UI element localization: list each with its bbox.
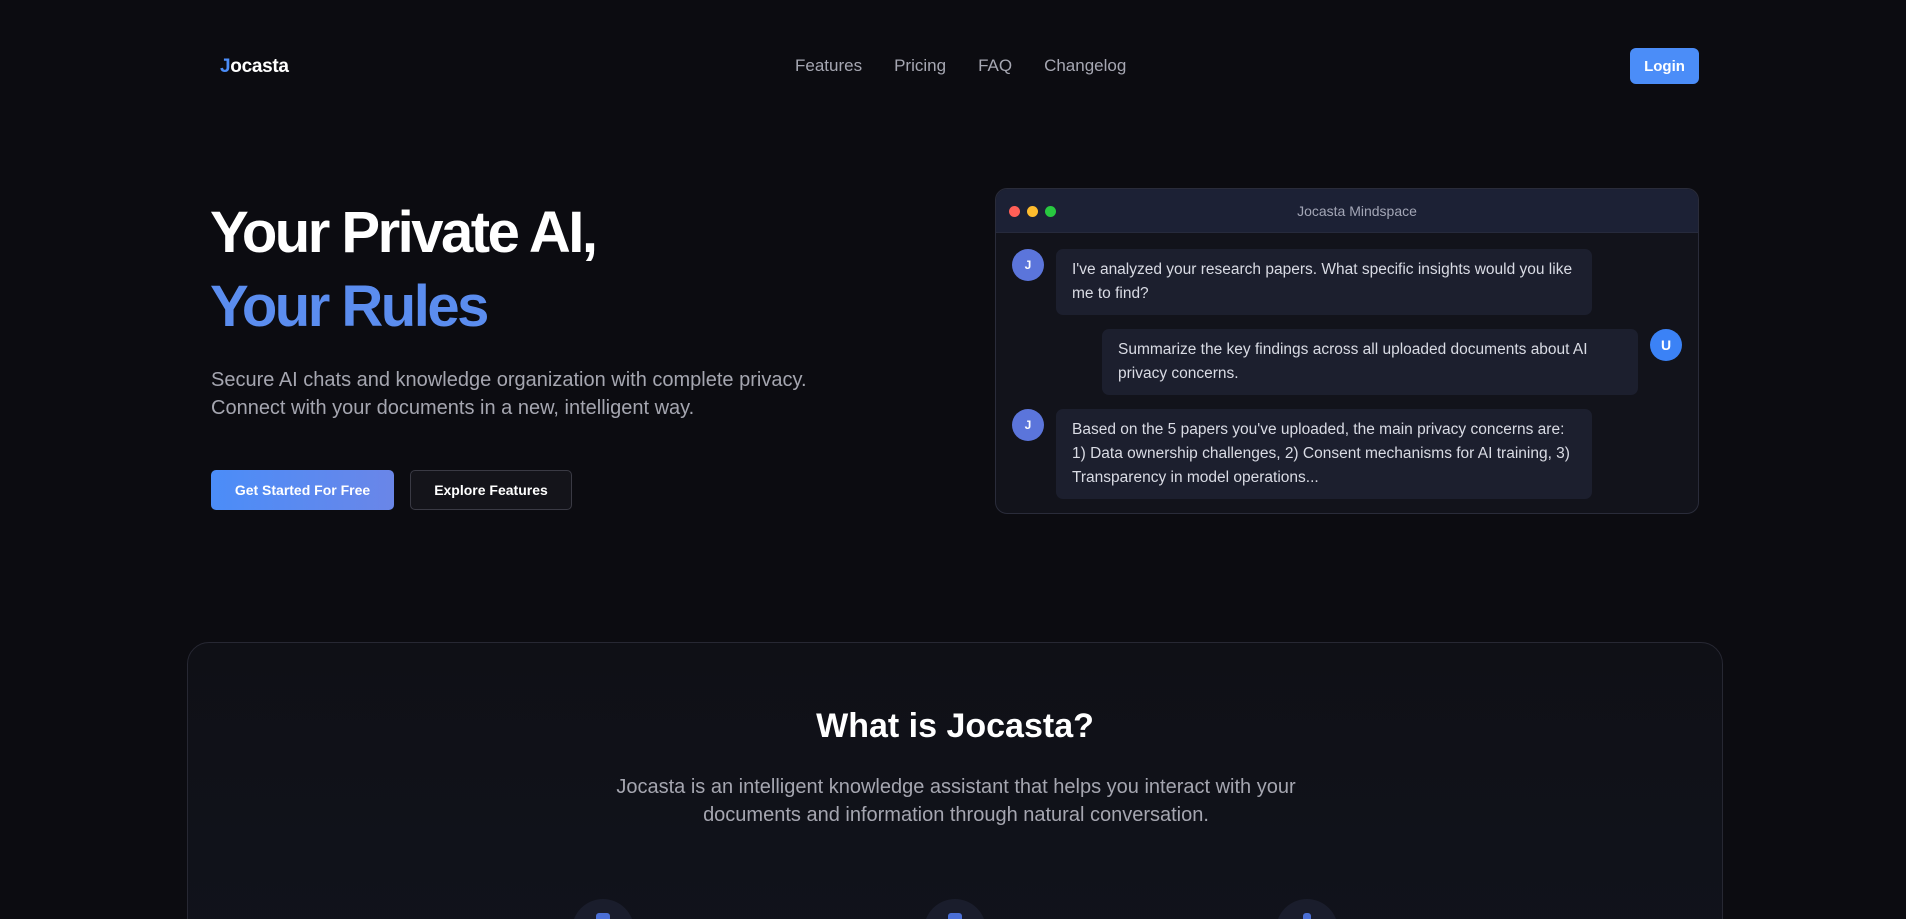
chat-message-ai: I've analyzed your research papers. What… <box>1056 249 1592 315</box>
ai-avatar: J <box>1012 249 1044 281</box>
document-icon <box>924 899 986 919</box>
section-description-line1: Jocasta is an intelligent knowledge assi… <box>616 776 1296 798</box>
hero-title: Your Private AI, Your Rules <box>210 196 598 344</box>
explore-features-button[interactable]: Explore Features <box>410 470 572 510</box>
heart-icon <box>572 899 634 919</box>
section-title: What is Jocasta? <box>816 707 1094 745</box>
logo-text: ocasta <box>230 56 289 77</box>
hero-subtitle: Secure AI chats and knowledge organizati… <box>211 366 891 422</box>
logo-letter: J <box>220 56 231 77</box>
lock-icon <box>1276 899 1338 919</box>
hero-subtitle-line2: Connect with your documents in a new, in… <box>211 397 695 419</box>
login-button[interactable]: Login <box>1630 48 1699 84</box>
nav-links: Features Pricing FAQ Changelog <box>795 56 1126 76</box>
nav-link-pricing[interactable]: Pricing <box>894 56 946 76</box>
section-description-line2: documents and information through natura… <box>703 804 1209 826</box>
hero-title-line1: Your Private AI, <box>210 200 598 265</box>
nav-link-faq[interactable]: FAQ <box>978 56 1012 76</box>
window-title: Jocasta Mindspace <box>1297 203 1417 219</box>
section-description: Jocasta is an intelligent knowledge assi… <box>568 773 1344 829</box>
user-avatar: U <box>1650 329 1682 361</box>
hero-title-line2: Your Rules <box>210 274 489 339</box>
top-navigation: Jocasta Features Pricing FAQ Changelog L… <box>0 0 1906 132</box>
chat-message-user: Summarize the key findings across all up… <box>1102 329 1638 395</box>
chat-message-ai: Based on the 5 papers you've uploaded, t… <box>1056 409 1592 499</box>
logo[interactable]: Jocasta <box>220 56 289 78</box>
window-titlebar: Jocasta Mindspace <box>996 189 1698 233</box>
chat-preview-window: Jocasta Mindspace J I've analyzed your r… <box>995 188 1699 514</box>
get-started-button[interactable]: Get Started For Free <box>211 470 394 510</box>
ai-avatar: J <box>1012 409 1044 441</box>
about-section: What is Jocasta? Jocasta is an intellige… <box>187 642 1723 919</box>
nav-link-changelog[interactable]: Changelog <box>1044 56 1126 76</box>
hero-subtitle-line1: Secure AI chats and knowledge organizati… <box>211 369 807 391</box>
nav-link-features[interactable]: Features <box>795 56 862 76</box>
